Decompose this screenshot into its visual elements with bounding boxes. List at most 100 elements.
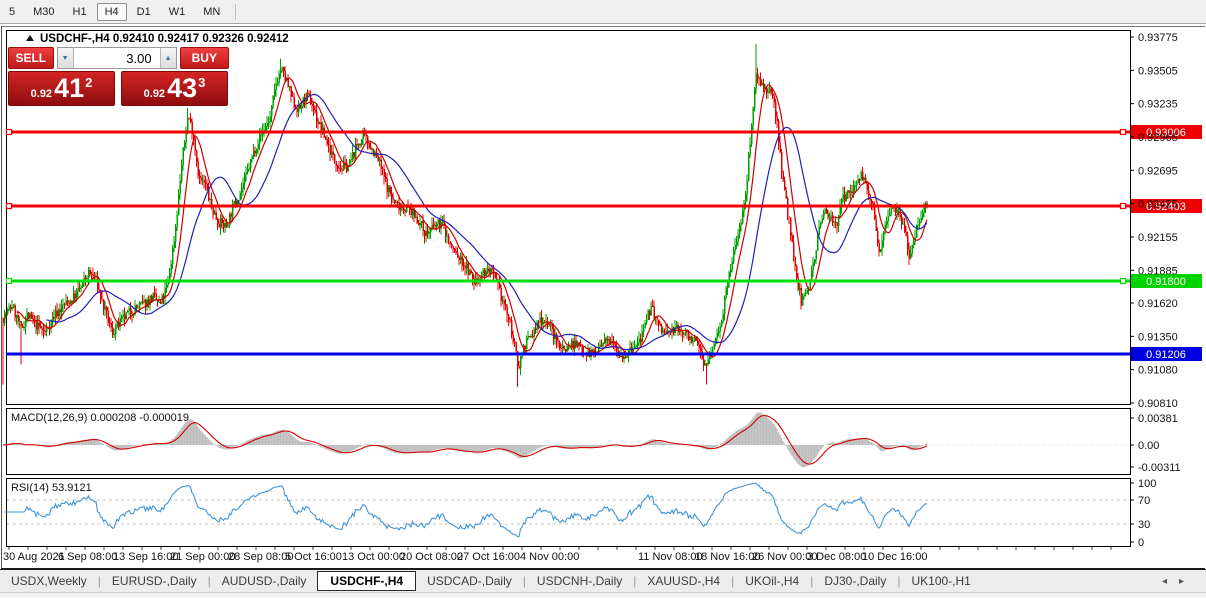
candle-body <box>56 310 58 316</box>
candle-body <box>699 347 702 352</box>
candle-body <box>434 224 436 227</box>
candle-body <box>35 320 37 330</box>
candle-body <box>57 309 60 316</box>
hline-handle[interactable] <box>5 202 13 210</box>
rsi-axis-label: 100 <box>1138 478 1156 490</box>
candle-body <box>356 143 358 145</box>
candle-body <box>825 208 828 215</box>
candle-body <box>21 326 24 328</box>
candle-body <box>137 307 139 309</box>
candle-body <box>248 168 250 170</box>
hline-handle[interactable] <box>1119 128 1127 136</box>
candle-body <box>759 78 762 86</box>
tab-scroll-arrows[interactable]: ◂▸ <box>1162 576 1196 587</box>
buy-price-display[interactable]: 0.92 43 3 <box>121 71 228 106</box>
tab-xauusd-h4[interactable]: XAUUSD-,H4 <box>636 572 731 590</box>
candle-body <box>194 138 196 151</box>
timeframe-button-mn[interactable]: MN <box>195 3 228 21</box>
candle-body <box>747 154 750 181</box>
timeframe-button-h4[interactable]: H4 <box>96 2 127 21</box>
price-axis-label: 0.93235 <box>1138 99 1178 111</box>
tab-usdcad-daily[interactable]: USDCAD-,Daily <box>416 572 523 590</box>
candle-body <box>318 122 321 125</box>
candle-body <box>431 224 433 229</box>
candle-body <box>557 340 559 342</box>
candle-body <box>11 307 13 309</box>
tab-ukoil-h4[interactable]: UKOil-,H4 <box>734 572 810 590</box>
tab-usdcnh-daily[interactable]: USDCNH-,Daily <box>526 572 633 590</box>
candle-body <box>3 313 6 323</box>
candle-body <box>423 231 426 237</box>
candle-body <box>155 294 157 300</box>
candle-body <box>845 192 847 202</box>
tab-eurusd-daily[interactable]: EURUSD-,Daily <box>101 572 208 590</box>
candle-body <box>575 340 577 345</box>
tab-uk100-h1[interactable]: UK100-,H1 <box>900 572 981 590</box>
timeframe-button-5[interactable]: 5 <box>1 3 23 21</box>
time-axis-label: 6 Sep 08:00 <box>58 551 117 563</box>
sell-price-display[interactable]: 0.92 41 2 <box>8 71 115 106</box>
candle-body <box>711 349 714 353</box>
timeframe-button-h1[interactable]: H1 <box>65 3 95 21</box>
candle-body <box>540 317 543 325</box>
candle-body <box>857 179 859 184</box>
candle-body <box>702 358 705 366</box>
candle-body <box>642 328 645 332</box>
candle-body <box>783 180 786 191</box>
timeframe-button-d1[interactable]: D1 <box>129 3 159 21</box>
tab-audusd-daily[interactable]: AUDUSD-,Daily <box>211 572 318 590</box>
candle-body <box>390 193 393 199</box>
candle-body <box>719 326 721 332</box>
candle-body <box>182 147 184 165</box>
one-click-trade-panel: SELL ▼ ▲ BUY 0.92412 0.92433 <box>8 47 229 106</box>
candle-body <box>275 84 277 90</box>
candle-body <box>317 121 319 125</box>
hline-handle[interactable] <box>1119 277 1127 285</box>
hline-handle[interactable] <box>5 128 13 136</box>
price-axis-label: 0.92155 <box>1138 232 1178 244</box>
candle-body <box>326 139 328 145</box>
tab-usdchf-h4[interactable]: USDCHF-,H4 <box>317 571 417 591</box>
candle-body <box>201 179 204 181</box>
candle-body <box>561 345 564 349</box>
buy-price-prefix: 0.92 <box>143 88 166 100</box>
tab-usdx-weekly[interactable]: USDX,Weekly <box>0 572 98 590</box>
candle-body <box>185 133 187 142</box>
candle-body <box>779 142 781 153</box>
candle-body <box>488 268 490 274</box>
candle-body <box>140 301 142 304</box>
candle-body <box>498 283 501 289</box>
hline-handle[interactable] <box>1119 202 1127 210</box>
candle-body <box>707 359 709 365</box>
candle-body <box>918 221 921 225</box>
tab-dj30-daily[interactable]: DJ30-,Daily <box>813 572 897 590</box>
candle-body <box>104 307 106 310</box>
sell-price-point: 2 <box>85 75 93 90</box>
candle-body <box>240 188 243 193</box>
candle-body <box>396 202 399 203</box>
timeframe-button-m30[interactable]: M30 <box>25 3 62 21</box>
volume-input[interactable] <box>73 48 160 68</box>
time-axis-label: 11 Nov 08:00 <box>638 551 703 563</box>
sell-button[interactable]: SELL <box>8 47 54 69</box>
buy-button[interactable]: BUY <box>179 47 229 69</box>
candle-body <box>150 296 153 302</box>
timeframe-button-w1[interactable]: W1 <box>161 3 194 21</box>
hline-handle[interactable] <box>5 277 13 285</box>
candle-body <box>410 209 412 216</box>
candle-body <box>803 294 805 297</box>
candle-body <box>461 256 463 266</box>
candle-body <box>221 218 223 223</box>
candle-body <box>395 202 397 203</box>
buy-price-pips: 43 <box>167 73 198 103</box>
candle-body <box>681 330 684 335</box>
candle-body <box>890 208 892 215</box>
candle-body <box>794 256 796 266</box>
volume-decrease-icon[interactable]: ▼ <box>57 48 74 68</box>
candle-body <box>791 235 793 243</box>
candle-body <box>645 319 648 323</box>
volume-increase-icon[interactable]: ▲ <box>159 48 176 68</box>
candle-body <box>483 270 486 276</box>
candle-body <box>120 316 123 319</box>
candle-body <box>110 322 112 328</box>
